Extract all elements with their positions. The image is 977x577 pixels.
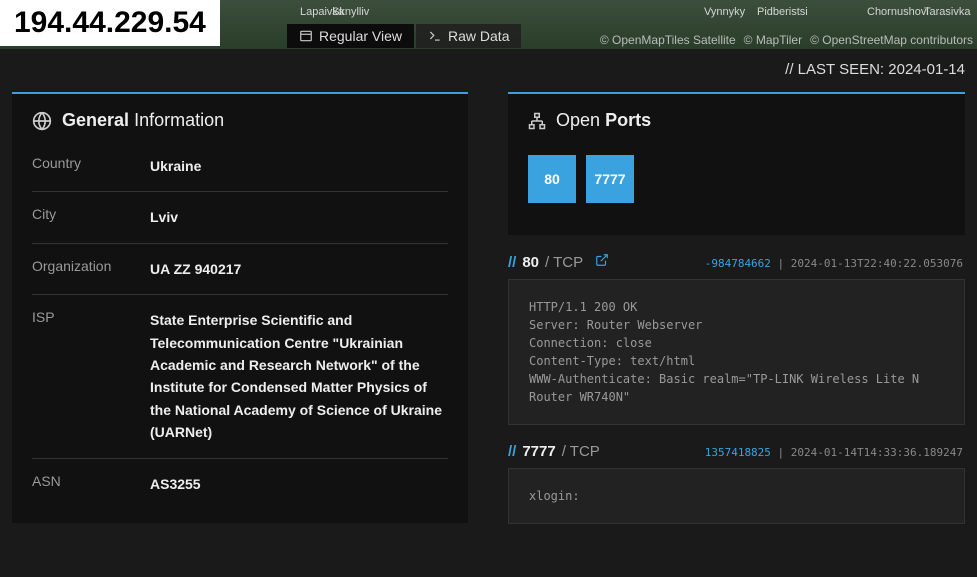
- ip-address-badge: 194.44.229.54: [0, 0, 220, 46]
- service-meta: -984784662 | 2024-01-13T22:40:22.053076: [705, 257, 963, 270]
- service-block-80: // 80 / TCP -984784662 | 2024-01-13T22:40:2…: [508, 253, 965, 425]
- service-protocol: / TCP: [545, 254, 583, 271]
- card-header: Open Ports: [508, 94, 965, 141]
- view-tabs: Regular View Raw Data: [287, 24, 521, 48]
- sitemap-icon: [528, 112, 546, 130]
- service-port: 7777: [522, 443, 555, 460]
- card-title-bold: General: [62, 110, 129, 130]
- general-information-card: General Information CountryUkraineCityLv…: [12, 92, 468, 523]
- map-city-label: Tarasivka: [924, 6, 970, 18]
- tab-label: Regular View: [319, 28, 402, 44]
- service-port: 80: [522, 254, 539, 271]
- info-key: Organization: [32, 258, 150, 280]
- service-body: HTTP/1.1 200 OK Server: Router Webserver…: [508, 279, 965, 425]
- info-value: UA ZZ 940217: [150, 258, 448, 280]
- info-row: CityLviv: [32, 192, 448, 243]
- info-value: AS3255: [150, 473, 448, 495]
- window-icon: [299, 29, 313, 43]
- info-row: ASNAS3255: [32, 459, 448, 509]
- service-block-7777: // 7777 / TCP 1357418825 | 2024-01-14T14:33…: [508, 443, 965, 524]
- info-key: City: [32, 206, 150, 228]
- service-protocol: / TCP: [562, 443, 600, 460]
- tab-regular-view[interactable]: Regular View: [287, 24, 414, 48]
- attrib-text[interactable]: © OpenMapTiles Satellite: [600, 33, 736, 47]
- service-body: xlogin:: [508, 468, 965, 524]
- attrib-text[interactable]: © MapTiler: [744, 33, 802, 47]
- tab-label: Raw Data: [448, 28, 509, 44]
- info-row: CountryUkraine: [32, 141, 448, 192]
- map-city-label: Pidberistsi: [757, 6, 808, 18]
- card-title-rest: Information: [134, 110, 224, 130]
- info-value: Ukraine: [150, 155, 448, 177]
- info-value: State Enterprise Scientific and Telecomm…: [150, 309, 448, 443]
- last-seen: // LAST SEEN: 2024-01-14: [0, 49, 977, 78]
- service-header: // 7777 / TCP 1357418825 | 2024-01-14T14:33…: [508, 443, 965, 468]
- info-key: ISP: [32, 309, 150, 443]
- card-title-bold: Ports: [605, 110, 651, 130]
- external-link-icon[interactable]: [595, 253, 609, 267]
- service-meta: 1357418825 | 2024-01-14T14:33:36.189247: [705, 446, 963, 459]
- map-city-label: Vynnyky: [704, 6, 745, 18]
- globe-icon: [32, 111, 52, 131]
- info-row: ISPState Enterprise Scientific and Telec…: [32, 295, 448, 458]
- map-city-label: Chornushovi: [867, 6, 929, 18]
- map-header: 194.44.229.54 Regular View Raw Data Lapa…: [0, 0, 977, 49]
- tab-raw-data[interactable]: Raw Data: [416, 24, 521, 48]
- terminal-icon: [428, 29, 442, 43]
- attrib-text[interactable]: © OpenStreetMap contributors: [810, 33, 973, 47]
- map-attribution: © OpenMapTiles Satellite © MapTiler © Op…: [600, 33, 973, 47]
- slashes: //: [508, 254, 516, 271]
- service-header: // 80 / TCP -984784662 | 2024-01-13T22:40:2…: [508, 253, 965, 279]
- card-title-light: Open: [556, 110, 600, 130]
- service-hash[interactable]: -984784662: [705, 257, 771, 270]
- service-hash[interactable]: 1357418825: [705, 446, 771, 459]
- port-badges: 807777: [508, 141, 965, 235]
- info-key: Country: [32, 155, 150, 177]
- info-row: OrganizationUA ZZ 940217: [32, 244, 448, 295]
- info-value: Lviv: [150, 206, 448, 228]
- card-header: General Information: [12, 94, 468, 141]
- slashes: //: [508, 443, 516, 460]
- open-ports-card: Open Ports 807777: [508, 92, 965, 235]
- info-key: ASN: [32, 473, 150, 495]
- general-info-body: CountryUkraineCityLvivOrganizationUA ZZ …: [12, 141, 468, 523]
- port-badge-80[interactable]: 80: [528, 155, 576, 203]
- map-city-label: Sknylliv: [332, 6, 369, 18]
- port-badge-7777[interactable]: 7777: [586, 155, 634, 203]
